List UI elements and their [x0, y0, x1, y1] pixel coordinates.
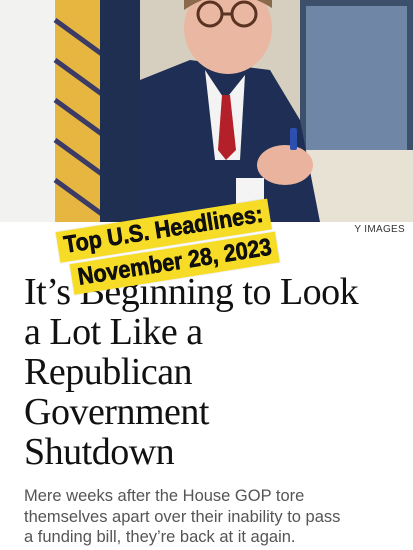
hero-photo [0, 0, 413, 222]
article-headline[interactable]: It’s Beginning to Look a Lot Like a Repu… [24, 272, 404, 472]
photo-illustration [0, 0, 413, 222]
dek-line: a funding bill, they’re back at it again… [24, 528, 296, 546]
headline-line: Republican [24, 351, 193, 393]
photo-credit: Y IMAGES [354, 224, 405, 235]
dek-line: Mere weeks after the House GOP tore [24, 487, 305, 505]
dek-line: themselves apart over their inability to… [24, 507, 341, 526]
headline-line: a Lot Like a [24, 311, 203, 353]
article-dek: Mere weeks after the House GOP tore them… [24, 486, 409, 548]
headline-line: Shutdown [24, 431, 175, 473]
headline-line: It’s Beginning to Look [24, 271, 359, 313]
headline-line: Government [24, 391, 209, 433]
